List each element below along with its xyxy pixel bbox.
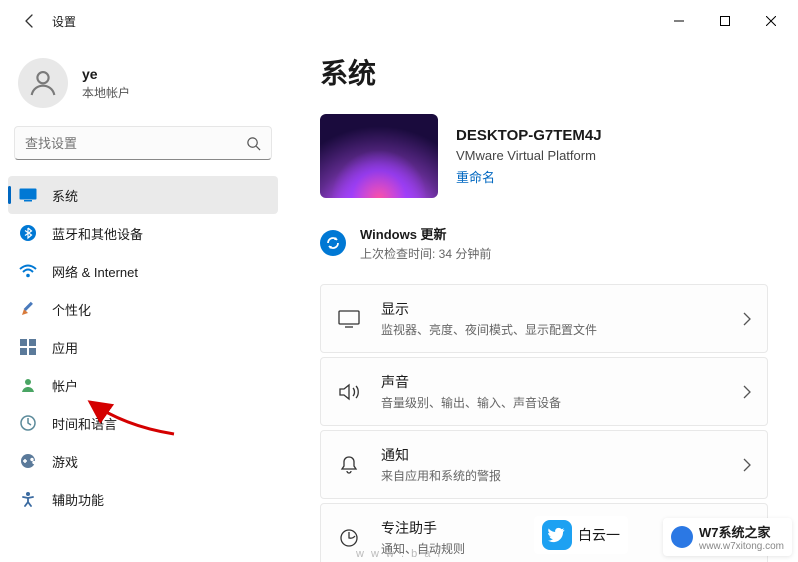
account-name: ye — [82, 66, 130, 82]
accounts-icon — [18, 375, 38, 395]
nav-label: 蓝牙和其他设备 — [52, 224, 143, 243]
nav-label: 网络 & Internet — [52, 262, 138, 281]
focus-icon — [337, 526, 361, 550]
nav-label: 系统 — [52, 186, 78, 205]
avatar — [18, 58, 68, 108]
titlebar: 设置 — [0, 0, 798, 42]
content-pane: 系统 DESKTOP-G7TEM4J VMware Virtual Platfo… — [286, 42, 798, 562]
account-header[interactable]: ye 本地帐户 — [0, 48, 286, 126]
device-platform: VMware Virtual Platform — [456, 148, 602, 163]
logo-icon — [671, 526, 693, 548]
search-box[interactable] — [14, 126, 272, 160]
nav-item-apps[interactable]: 应用 — [8, 328, 278, 366]
chevron-right-icon — [743, 385, 751, 399]
system-icon — [18, 185, 38, 205]
time-language-icon — [18, 413, 38, 433]
card-title: 通知 — [381, 445, 743, 465]
chevron-right-icon — [743, 458, 751, 472]
device-image — [320, 114, 438, 198]
nav-item-accounts[interactable]: 帐户 — [8, 366, 278, 404]
bird-icon — [542, 520, 572, 550]
watermark-mid: 白云一 — [534, 516, 628, 554]
nav-item-system[interactable]: 系统 — [8, 176, 278, 214]
card-subtitle: 来自应用和系统的警报 — [381, 467, 743, 484]
nav-label: 帐户 — [52, 376, 78, 395]
device-info: DESKTOP-G7TEM4J VMware Virtual Platform … — [320, 114, 768, 198]
update-title: Windows 更新 — [360, 224, 491, 243]
page-title: 系统 — [320, 52, 768, 92]
card-title: 声音 — [381, 372, 743, 392]
nav-item-network[interactable]: 网络 & Internet — [8, 252, 278, 290]
sidebar: ye 本地帐户 系统 蓝牙和其他设备 网络 & I — [0, 42, 286, 562]
device-name: DESKTOP-G7TEM4J — [456, 127, 602, 144]
nav-label: 时间和语言 — [52, 414, 117, 433]
notifications-icon — [337, 453, 361, 477]
card-subtitle: 监视器、亮度、夜间模式、显示配置文件 — [381, 321, 743, 338]
nav-label: 个性化 — [52, 300, 91, 319]
personalization-icon — [18, 299, 38, 319]
update-icon — [320, 230, 346, 256]
card-subtitle: 音量级别、输出、输入、声音设备 — [381, 394, 743, 411]
nav-item-personalization[interactable]: 个性化 — [8, 290, 278, 328]
nav-label: 应用 — [52, 338, 78, 357]
network-icon — [18, 261, 38, 281]
bluetooth-icon — [18, 223, 38, 243]
watermark-right: W7系统之家 www.w7xitong.com — [663, 518, 792, 556]
maximize-button[interactable] — [702, 5, 748, 37]
gaming-icon — [18, 451, 38, 471]
apps-icon — [18, 337, 38, 357]
accessibility-icon — [18, 489, 38, 509]
sound-icon — [337, 380, 361, 404]
windows-update-row[interactable]: Windows 更新 上次检查时间: 34 分钟前 — [320, 220, 768, 284]
nav-item-time-language[interactable]: 时间和语言 — [8, 404, 278, 442]
card-display[interactable]: 显示 监视器、亮度、夜间模式、显示配置文件 — [320, 284, 768, 353]
rename-link[interactable]: 重命名 — [456, 167, 602, 186]
back-button[interactable] — [20, 11, 40, 31]
watermark-url: w w w . b a i — [356, 548, 442, 560]
nav-item-gaming[interactable]: 游戏 — [8, 442, 278, 480]
update-subtitle: 上次检查时间: 34 分钟前 — [360, 245, 491, 262]
nav-label: 辅助功能 — [52, 490, 104, 509]
card-title: 显示 — [381, 299, 743, 319]
card-sound[interactable]: 声音 音量级别、输出、输入、声音设备 — [320, 357, 768, 426]
display-icon — [337, 307, 361, 331]
account-type: 本地帐户 — [82, 84, 130, 101]
nav-list: 系统 蓝牙和其他设备 网络 & Internet 个性化 应用 帐户 — [0, 174, 286, 520]
search-input[interactable] — [25, 136, 246, 151]
minimize-button[interactable] — [656, 5, 702, 37]
search-icon — [246, 136, 261, 151]
close-button[interactable] — [748, 5, 794, 37]
card-notifications[interactable]: 通知 来自应用和系统的警报 — [320, 430, 768, 499]
nav-label: 游戏 — [52, 452, 78, 471]
chevron-right-icon — [743, 312, 751, 326]
window-title: 设置 — [52, 13, 76, 30]
nav-item-bluetooth[interactable]: 蓝牙和其他设备 — [8, 214, 278, 252]
nav-item-accessibility[interactable]: 辅助功能 — [8, 480, 278, 518]
